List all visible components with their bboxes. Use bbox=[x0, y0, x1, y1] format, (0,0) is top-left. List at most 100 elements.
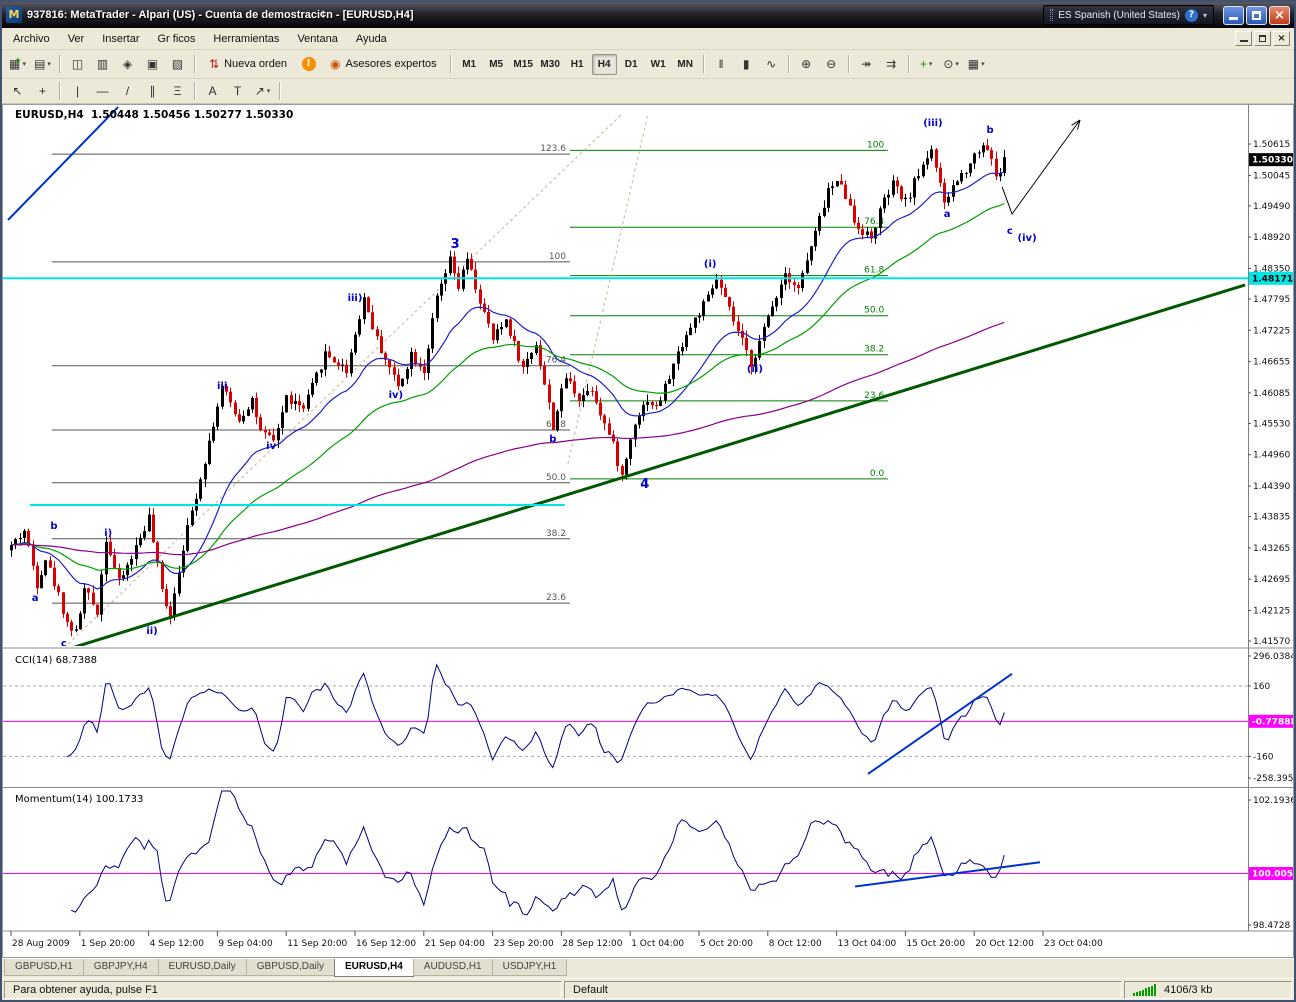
timeframe-d1-button[interactable]: D1 bbox=[619, 54, 644, 75]
trendline-button[interactable]: / bbox=[116, 82, 139, 101]
dropdown-arrow-icon[interactable]: ▾ bbox=[955, 60, 959, 68]
dropdown-arrow-icon[interactable]: ▾ bbox=[47, 60, 51, 68]
menu-archivo[interactable]: Archivo bbox=[4, 30, 59, 48]
chart-shift-button[interactable]: ⇉ bbox=[880, 54, 903, 75]
chart-shift-icon: ⇉ bbox=[886, 58, 896, 70]
toolbar-separator bbox=[848, 55, 850, 73]
toolbar-separator bbox=[450, 55, 452, 73]
periods-button[interactable]: ⊙▾ bbox=[940, 54, 963, 75]
menu-ver[interactable]: Ver bbox=[59, 30, 94, 48]
tab-eurusd-h4[interactable]: EURUSD,H4 bbox=[334, 959, 414, 977]
arrows-icon: ↗ bbox=[255, 85, 265, 97]
crosshair-button[interactable]: + bbox=[31, 82, 54, 101]
language-help-icon[interactable]: ? bbox=[1185, 9, 1198, 22]
close-button[interactable]: × bbox=[1269, 6, 1290, 25]
tab-audusd-h1[interactable]: AUDUSD,H1 bbox=[413, 959, 493, 976]
toolbar-separator bbox=[194, 55, 196, 73]
candlestick-chart-icon: ▮ bbox=[743, 58, 750, 70]
fibonacci-button[interactable]: Ξ bbox=[166, 82, 189, 101]
templates-button[interactable]: ▦▾ bbox=[965, 54, 988, 75]
toolbar-drawing: ↖ + | —/∥ Ξ AT ↗▾ bbox=[2, 79, 1294, 104]
zoom-out-button[interactable]: ⊖ bbox=[820, 54, 843, 75]
tab-usdjpy-h1[interactable]: USDJPY,H1 bbox=[492, 959, 568, 976]
terminal-button[interactable]: ▣ bbox=[141, 54, 164, 75]
status-help: Para obtener ayuda, pulse F1 bbox=[4, 981, 562, 999]
chart-canvas[interactable] bbox=[3, 105, 1293, 957]
dropdown-arrow-icon[interactable]: ▾ bbox=[23, 60, 27, 68]
timeframe-h4-button[interactable]: H4 bbox=[592, 54, 617, 75]
auto-scroll-icon: ↠ bbox=[861, 58, 871, 70]
menu-herramientas[interactable]: Herramientas bbox=[204, 30, 288, 48]
templates-icon: ▦ bbox=[968, 58, 979, 70]
cursor-button[interactable]: ↖ bbox=[6, 82, 29, 101]
dropdown-arrow-icon[interactable]: ▾ bbox=[267, 87, 271, 95]
tab-eurusd-daily[interactable]: EURUSD,Daily bbox=[158, 959, 247, 976]
timeframe-m5-button[interactable]: M5 bbox=[484, 54, 509, 75]
language-options-icon[interactable]: ▾ bbox=[1203, 11, 1207, 20]
market-watch-button[interactable]: ◫ bbox=[66, 54, 89, 75]
timeframe-m1-button[interactable]: M1 bbox=[457, 54, 482, 75]
text-label-icon: T bbox=[234, 85, 241, 97]
strategy-tester-icon: ▧ bbox=[172, 58, 183, 70]
vertical-line-button[interactable]: | bbox=[66, 82, 89, 101]
crosshair-icon: + bbox=[39, 85, 46, 97]
menu-grficos[interactable]: Gr ficos bbox=[149, 30, 205, 48]
auto-scroll-button[interactable]: ↠ bbox=[855, 54, 878, 75]
status-bar: Para obtener ayuda, pulse F1 Default 410… bbox=[2, 978, 1294, 1000]
indicators-button[interactable]: +▾ bbox=[915, 54, 938, 75]
zoom-in-button[interactable]: ⊕ bbox=[795, 54, 818, 75]
tab-gbpusd-h1[interactable]: GBPUSD,H1 bbox=[4, 959, 84, 976]
new-order-icon: ⇅ bbox=[209, 58, 219, 70]
connection-bars-icon bbox=[1133, 984, 1156, 996]
data-window-button[interactable]: ▥ bbox=[91, 54, 114, 75]
dropdown-arrow-icon[interactable]: ▾ bbox=[981, 60, 985, 68]
arrows-button[interactable]: ↗▾ bbox=[251, 82, 274, 101]
equidistant-channel-button[interactable]: ∥ bbox=[141, 82, 164, 101]
timeframe-m15-button[interactable]: M15 bbox=[511, 54, 536, 75]
line-chart-icon: ∿ bbox=[766, 58, 776, 70]
candlestick-chart-button[interactable]: ▮ bbox=[735, 54, 758, 75]
language-bar[interactable]: ES Spanish (United States) ? ▾ bbox=[1043, 5, 1214, 25]
menu-ayuda[interactable]: Ayuda bbox=[347, 30, 396, 48]
expert-advisors-button[interactable]: ◉Asesores expertos bbox=[322, 54, 445, 75]
chart-tabs-bar: GBPUSD,H1GBPJPY,H4EURUSD,DailyGBPUSD,Dai… bbox=[2, 958, 1294, 978]
tab-gbpusd-daily[interactable]: GBPUSD,Daily bbox=[246, 959, 335, 976]
text-label-button[interactable]: T bbox=[226, 82, 249, 101]
market-watch-icon: ◫ bbox=[72, 58, 83, 70]
minimize-button[interactable] bbox=[1223, 6, 1244, 25]
bar-chart-icon: ‖ bbox=[719, 58, 724, 70]
status-profile[interactable]: Default bbox=[564, 981, 1122, 999]
alert-warning-button[interactable]: ! bbox=[297, 54, 320, 75]
horizontal-line-button[interactable]: — bbox=[91, 82, 114, 101]
cursor-icon: ↖ bbox=[12, 85, 22, 97]
navigator-button[interactable]: ◈ bbox=[116, 54, 139, 75]
vertical-line-icon: | bbox=[76, 85, 79, 97]
line-chart-button[interactable]: ∿ bbox=[760, 54, 783, 75]
timeframe-mn-button[interactable]: MN bbox=[673, 54, 698, 75]
restore-button[interactable] bbox=[1246, 6, 1267, 25]
bar-chart-button[interactable]: ‖ bbox=[710, 54, 733, 75]
profiles-button[interactable]: ▤▾ bbox=[31, 54, 54, 75]
periods-icon: ⊙ bbox=[943, 58, 953, 70]
tab-gbpjpy-h4[interactable]: GBPJPY,H4 bbox=[83, 959, 159, 976]
dropdown-arrow-icon[interactable]: ▾ bbox=[929, 60, 933, 68]
new-order-label: Nueva orden bbox=[224, 58, 287, 70]
mdi-minimize-button[interactable] bbox=[1235, 31, 1252, 46]
strategy-tester-button[interactable]: ▧ bbox=[166, 54, 189, 75]
timeframe-h1-button[interactable]: H1 bbox=[565, 54, 590, 75]
menu-bar: ArchivoVerInsertarGr ficosHerramientasVe… bbox=[2, 28, 1294, 50]
new-chart-button[interactable]: ▦+▾ bbox=[6, 54, 29, 75]
timeframe-w1-button[interactable]: W1 bbox=[646, 54, 671, 75]
new-order-button[interactable]: ⇅ Nueva orden bbox=[201, 54, 295, 75]
menu-insertar[interactable]: Insertar bbox=[93, 30, 148, 48]
menu-ventana[interactable]: Ventana bbox=[288, 30, 346, 48]
window-title: 937816: MetaTrader - Alpari (US) - Cuent… bbox=[27, 9, 1038, 21]
language-bar-grip-icon[interactable] bbox=[1050, 9, 1053, 21]
mdi-restore-button[interactable] bbox=[1254, 31, 1271, 46]
expert-advisors-icon: ◉ bbox=[330, 58, 340, 70]
fibonacci-icon: Ξ bbox=[174, 85, 182, 97]
mdi-controls: × bbox=[1235, 31, 1290, 46]
mdi-close-button[interactable]: × bbox=[1273, 31, 1290, 46]
timeframe-m30-button[interactable]: M30 bbox=[538, 54, 563, 75]
text-button[interactable]: A bbox=[201, 82, 224, 101]
